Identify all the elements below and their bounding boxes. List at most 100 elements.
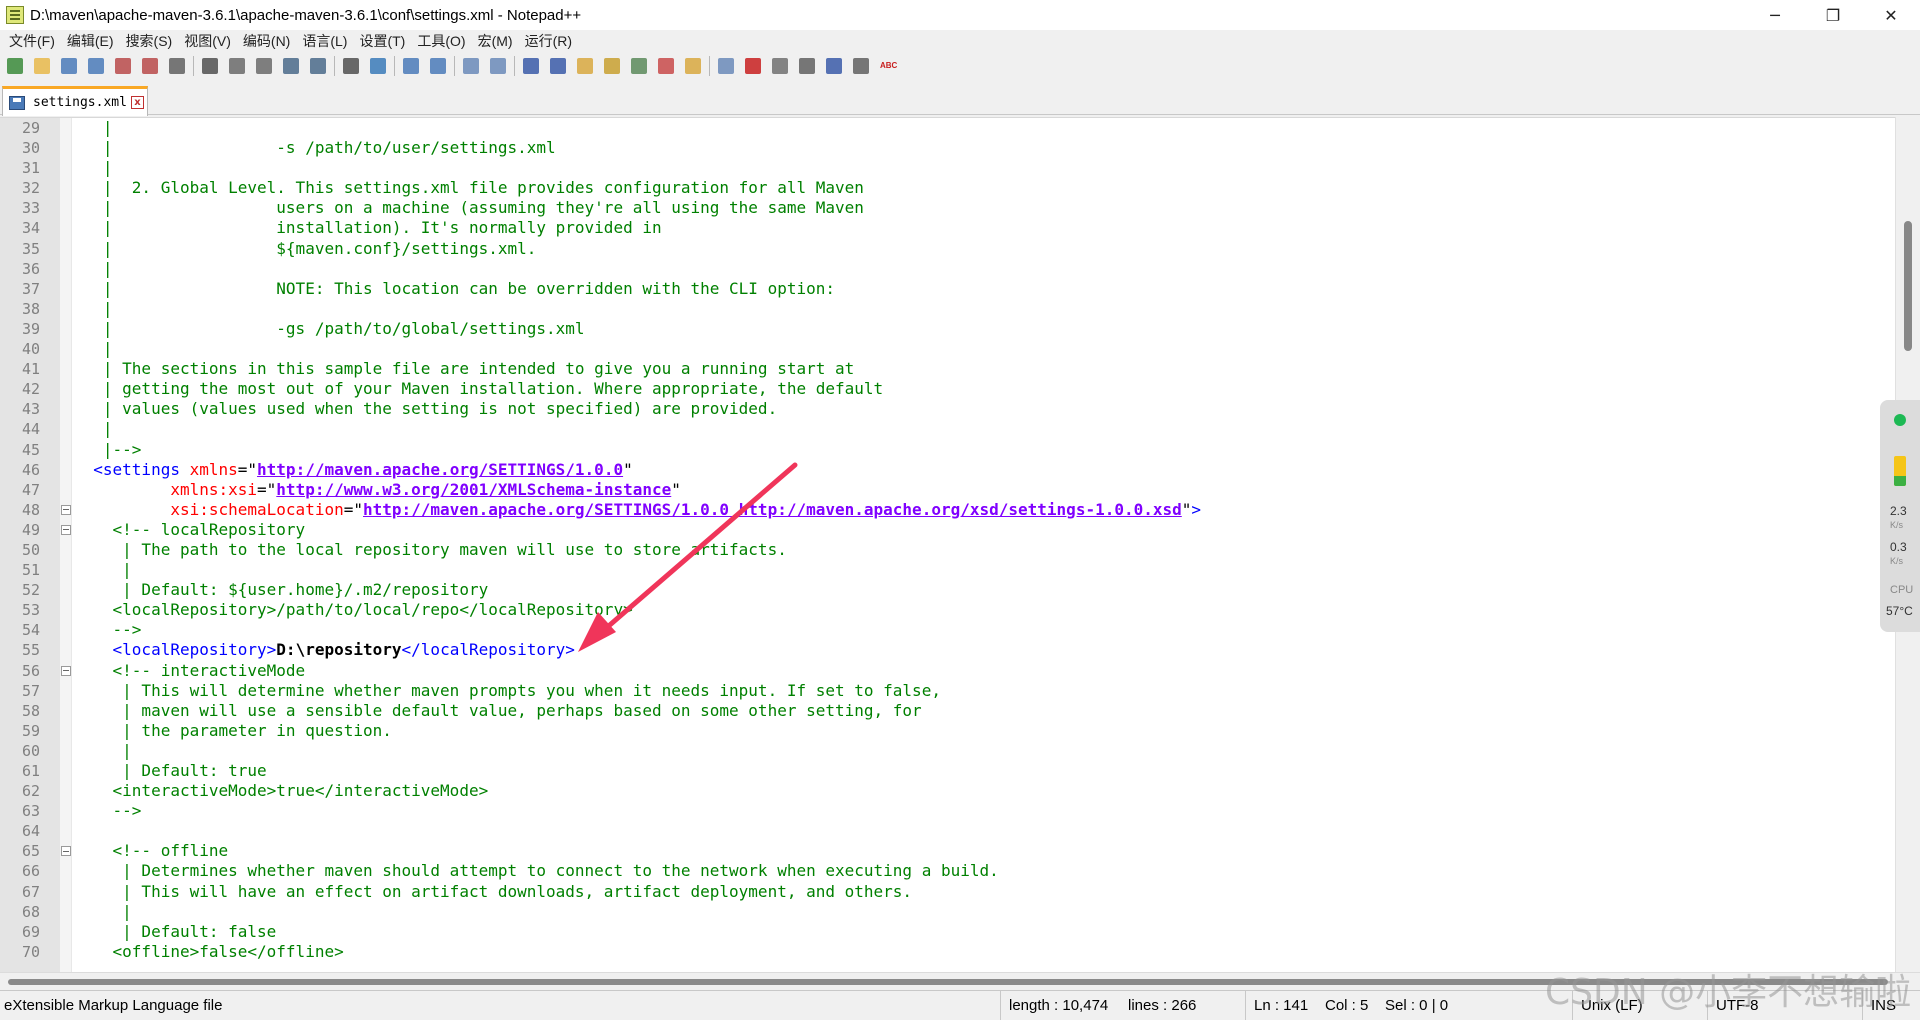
code-line[interactable]: 44 | <box>0 419 1895 439</box>
code-line[interactable]: 66 | Determines whether maven should att… <box>0 861 1895 881</box>
code-line[interactable]: 47 xmlns:xsi="http://www.w3.org/2001/XML… <box>0 480 1895 500</box>
fold-toggle-icon[interactable] <box>61 524 71 535</box>
code-line[interactable]: 64 <box>0 821 1895 841</box>
menu-settings[interactable]: 设置(T) <box>356 31 414 51</box>
copy-icon <box>229 58 245 74</box>
close-button[interactable]: ✕ <box>1862 0 1920 30</box>
code-line[interactable]: 49 <!-- localRepository <box>0 520 1895 540</box>
menu-view[interactable]: 视图(V) <box>181 31 240 51</box>
code-line[interactable]: 53 <localRepository>/path/to/local/repo<… <box>0 600 1895 620</box>
code-line[interactable]: 69 | Default: false <box>0 922 1895 942</box>
minimize-button[interactable]: ─ <box>1746 0 1804 30</box>
menu-encoding[interactable]: 编码(N) <box>240 31 299 51</box>
new-button[interactable] <box>4 55 26 77</box>
spellcheck-button[interactable]: ABC <box>877 55 899 77</box>
code-line[interactable]: 37 | NOTE: This location can be overridd… <box>0 279 1895 299</box>
code-line[interactable]: 50 | The path to the local repository ma… <box>0 540 1895 560</box>
menu-search[interactable]: 搜索(S) <box>123 31 182 51</box>
find-button[interactable] <box>340 55 362 77</box>
code-line[interactable]: 59 | the parameter in question. <box>0 721 1895 741</box>
toolbar-separator <box>454 56 455 76</box>
code-line[interactable]: 39 | -gs /path/to/global/settings.xml <box>0 319 1895 339</box>
code-line[interactable]: 60 | <box>0 741 1895 761</box>
code-line[interactable]: 61 | Default: true <box>0 761 1895 781</box>
sync-h-button[interactable] <box>487 55 509 77</box>
code-line[interactable]: 42 | getting the most out of your Maven … <box>0 379 1895 399</box>
fold-toggle-icon[interactable] <box>61 846 71 857</box>
menu-edit[interactable]: 编辑(E) <box>64 31 123 51</box>
record-button[interactable] <box>742 55 764 77</box>
code-line[interactable]: 56 <!-- interactiveMode <box>0 661 1895 681</box>
open-button[interactable] <box>31 55 53 77</box>
play-multi-button[interactable] <box>823 55 845 77</box>
code-line[interactable]: 43 | values (values used when the settin… <box>0 399 1895 419</box>
code-line[interactable]: 36 | <box>0 259 1895 279</box>
code-line[interactable]: 62 <interactiveMode>true</interactiveMod… <box>0 781 1895 801</box>
save-macro-button[interactable] <box>850 55 872 77</box>
code-token: | Default: false <box>74 921 277 941</box>
code-line[interactable]: 68 | <box>0 902 1895 922</box>
paste-button[interactable] <box>253 55 275 77</box>
undo-button[interactable] <box>280 55 302 77</box>
code-line[interactable]: 52 | Default: ${user.home}/.m2/repositor… <box>0 580 1895 600</box>
print-button[interactable] <box>166 55 188 77</box>
code-line[interactable]: 31 | <box>0 158 1895 178</box>
code-line[interactable]: 55 <localRepository>D:\repository</local… <box>0 640 1895 660</box>
show-all-icon <box>550 58 566 74</box>
word-wrap-button[interactable] <box>520 55 542 77</box>
tab-close-icon[interactable]: x <box>130 96 144 109</box>
code-line[interactable]: 30 | -s /path/to/user/settings.xml <box>0 138 1895 158</box>
code-line[interactable]: 46 <settings xmlns="http://maven.apache.… <box>0 460 1895 480</box>
vertical-scroll-thumb[interactable] <box>1904 221 1912 351</box>
code-line[interactable]: 70 <offline>false</offline> <box>0 942 1895 962</box>
code-line[interactable]: 41 | The sections in this sample file ar… <box>0 359 1895 379</box>
redo-button[interactable] <box>307 55 329 77</box>
close-all-button[interactable] <box>139 55 161 77</box>
code-line[interactable]: 35 | ${maven.conf}/settings.xml. <box>0 239 1895 259</box>
code-line[interactable]: 58 | maven will use a sensible default v… <box>0 701 1895 721</box>
fold-toggle-icon[interactable] <box>61 504 71 515</box>
show-all-button[interactable] <box>547 55 569 77</box>
stop-button[interactable] <box>769 55 791 77</box>
save-all-button[interactable] <box>85 55 107 77</box>
copy-button[interactable] <box>226 55 248 77</box>
code-line[interactable]: 51 | <box>0 560 1895 580</box>
udl-button[interactable] <box>601 55 623 77</box>
menu-run[interactable]: 运行(R) <box>522 31 581 51</box>
code-line[interactable]: 32 | 2. Global Level. This settings.xml … <box>0 178 1895 198</box>
code-line[interactable]: 33 | users on a machine (assuming they'r… <box>0 198 1895 218</box>
code-line[interactable]: 67 | This will have an effect on artifac… <box>0 882 1895 902</box>
replace-button[interactable] <box>367 55 389 77</box>
code-line[interactable]: 34 | installation). It's normally provid… <box>0 218 1895 238</box>
code-line[interactable]: 54 --> <box>0 620 1895 640</box>
monitor-button[interactable] <box>715 55 737 77</box>
network-monitor-widget[interactable]: 2.3 K/s 0.3 K/s CPU 57°C <box>1880 400 1920 632</box>
code-line[interactable]: 38 | <box>0 299 1895 319</box>
indent-guide-button[interactable] <box>574 55 596 77</box>
doc-map-button[interactable] <box>628 55 650 77</box>
sync-v-button[interactable] <box>460 55 482 77</box>
zoom-in-button[interactable] <box>400 55 422 77</box>
code-line[interactable]: 48 xsi:schemaLocation="http://maven.apac… <box>0 500 1895 520</box>
close-button[interactable] <box>112 55 134 77</box>
cut-button[interactable] <box>199 55 221 77</box>
function-list-button[interactable] <box>655 55 677 77</box>
code-line[interactable]: 57 | This will determine whether maven p… <box>0 681 1895 701</box>
menu-macro[interactable]: 宏(M) <box>475 31 522 51</box>
editor-area[interactable]: 29 | 30 | -s /path/to/user/settings.xml 31… <box>0 117 1920 972</box>
code-line[interactable]: 29 | <box>0 118 1895 138</box>
code-line[interactable]: 63 --> <box>0 801 1895 821</box>
code-line[interactable]: 40 | <box>0 339 1895 359</box>
restore-button[interactable]: ❐ <box>1804 0 1862 30</box>
play-button[interactable] <box>796 55 818 77</box>
menu-language[interactable]: 语言(L) <box>299 31 356 51</box>
zoom-out-button[interactable] <box>427 55 449 77</box>
save-button[interactable] <box>58 55 80 77</box>
folder-workspace-button[interactable] <box>682 55 704 77</box>
code-line[interactable]: 45 |--> <box>0 440 1895 460</box>
tab-settings-xml[interactable]: settings.xml x <box>2 86 148 116</box>
menu-file[interactable]: 文件(F) <box>6 31 64 51</box>
code-line[interactable]: 65 <!-- offline <box>0 841 1895 861</box>
fold-toggle-icon[interactable] <box>61 665 71 676</box>
menu-tools[interactable]: 工具(O) <box>414 31 474 51</box>
